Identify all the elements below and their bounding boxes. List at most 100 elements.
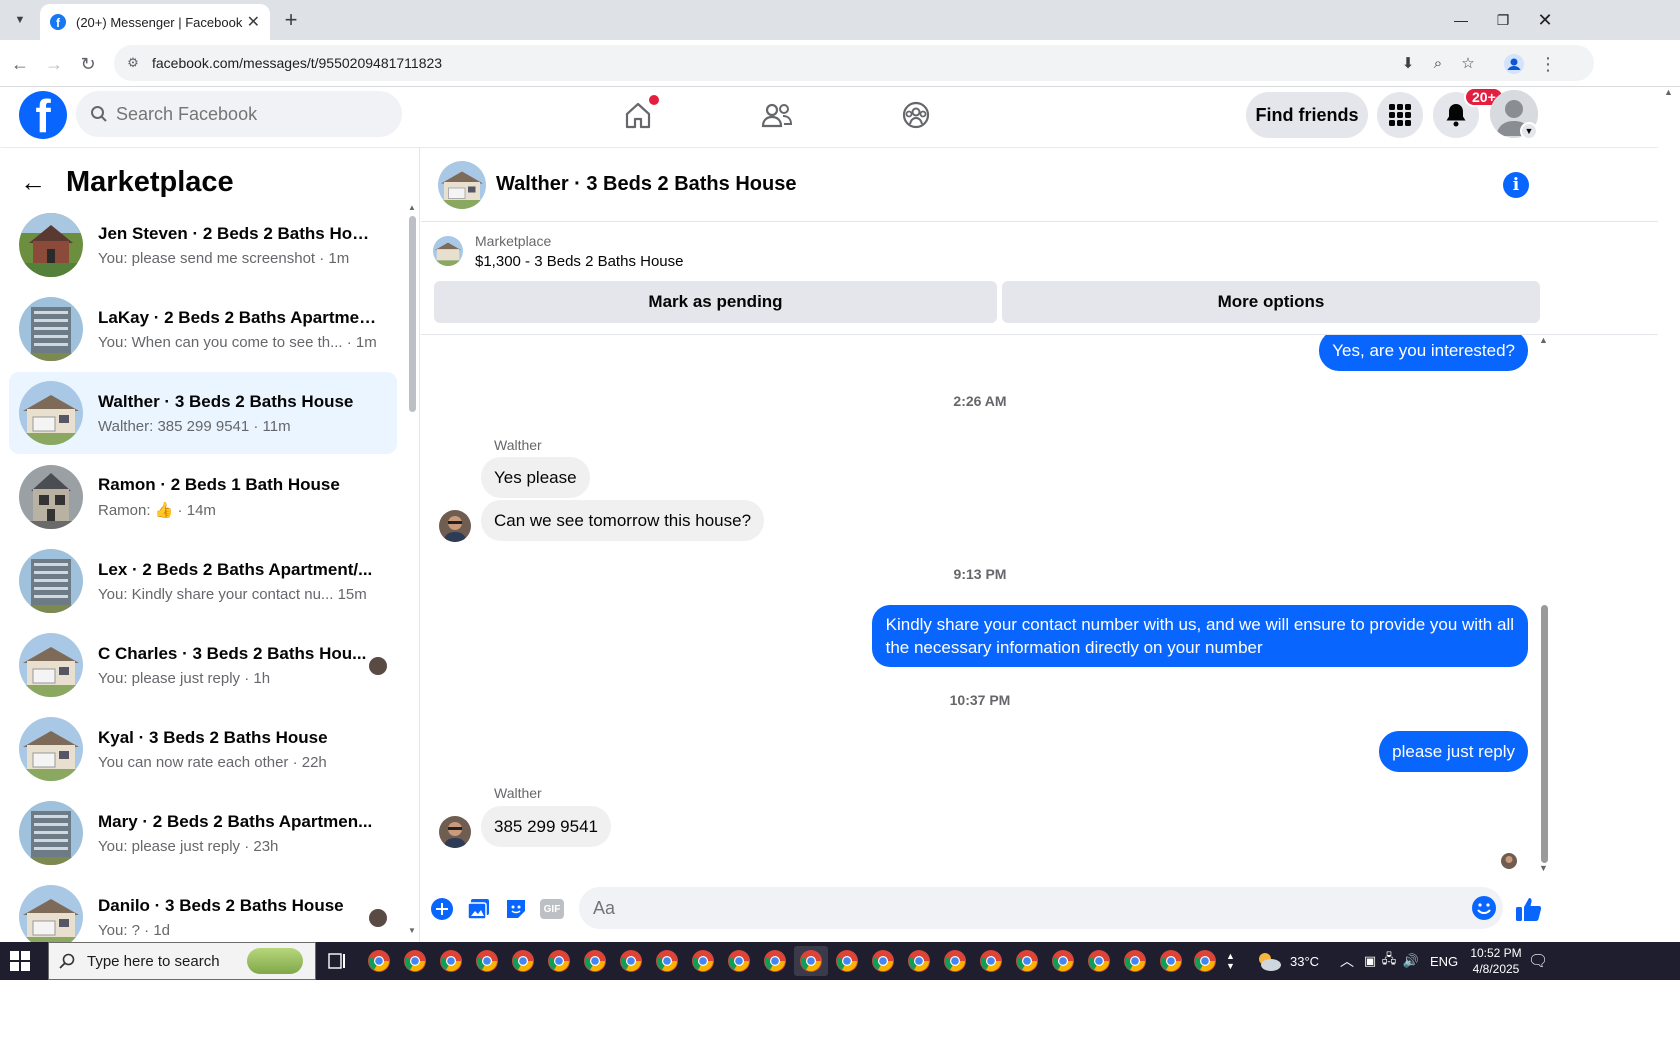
conversation-item-selected[interactable]: Walther · 3 Beds 2 Baths House Walther: … xyxy=(9,372,397,454)
volume-icon[interactable]: 🔊 xyxy=(1400,953,1422,969)
chrome-taskbar-icon[interactable] xyxy=(1082,946,1116,976)
thread-listing-thumbnail[interactable] xyxy=(438,160,486,209)
back-icon[interactable]: ← xyxy=(6,50,34,78)
network-icon[interactable]: 🖧 xyxy=(1378,950,1400,972)
more-options-button[interactable]: More options xyxy=(1002,281,1540,323)
scrollbar-thumb[interactable] xyxy=(1541,605,1548,863)
show-hidden-icons-chevron-icon[interactable]: ︿ xyxy=(1340,942,1354,980)
reload-icon[interactable]: ↻ xyxy=(74,50,102,78)
task-view-icon[interactable] xyxy=(320,946,354,976)
minimize-icon[interactable]: — xyxy=(1438,0,1484,40)
incoming-message[interactable]: 385 299 9541 xyxy=(481,806,611,847)
outgoing-message[interactable]: please just reply xyxy=(1379,731,1528,772)
meet-now-icon[interactable]: ▣ xyxy=(1362,953,1378,969)
message-input-box[interactable] xyxy=(579,887,1503,929)
friends-nav-icon[interactable] xyxy=(752,93,802,137)
chrome-taskbar-icon[interactable] xyxy=(722,946,756,976)
mark-as-pending-button[interactable]: Mark as pending xyxy=(434,281,997,323)
facebook-logo-icon[interactable]: f xyxy=(19,91,67,139)
address-bar[interactable]: ⚙ facebook.com/messages/t/95502094817118… xyxy=(114,45,1594,81)
back-arrow-icon[interactable]: ← xyxy=(20,167,56,198)
conversation-item[interactable]: Ramon · 2 Beds 1 Bath House Ramon: 👍 · 1… xyxy=(9,456,397,538)
chrome-taskbar-icon[interactable] xyxy=(578,946,612,976)
chrome-profile-icon[interactable] xyxy=(1500,50,1528,78)
chrome-taskbar-icon[interactable] xyxy=(1046,946,1080,976)
find-friends-button[interactable]: Find friends xyxy=(1246,92,1368,138)
clock[interactable]: 10:52 PM 4/8/2025 xyxy=(1466,942,1526,980)
scrollbar-thumb[interactable] xyxy=(409,216,416,412)
sticker-icon[interactable] xyxy=(503,896,529,922)
conversation-item[interactable]: Jen Steven · 2 Beds 2 Baths House You: p… xyxy=(9,204,397,286)
chrome-taskbar-icon[interactable] xyxy=(1010,946,1044,976)
bookmark-star-icon[interactable]: ☆ xyxy=(1456,51,1480,75)
gif-icon[interactable]: GIF xyxy=(539,896,565,922)
conversation-item[interactable]: C Charles · 3 Beds 2 Baths Hou... You: p… xyxy=(9,624,397,706)
chrome-taskbar-icon-active[interactable] xyxy=(794,946,828,976)
close-tab-icon[interactable]: ✕ xyxy=(247,12,260,32)
groups-nav-icon[interactable] xyxy=(891,93,941,137)
conversation-item[interactable]: LaKay · 2 Beds 2 Baths Apartmen... You: … xyxy=(9,288,397,370)
chrome-taskbar-icon[interactable] xyxy=(398,946,432,976)
message-scrollbar[interactable]: ▲ ▼ xyxy=(1537,335,1551,875)
chrome-taskbar-icon[interactable] xyxy=(830,946,864,976)
forward-icon[interactable]: → xyxy=(40,50,68,78)
chrome-taskbar-icon[interactable] xyxy=(1118,946,1152,976)
chrome-taskbar-icon[interactable] xyxy=(506,946,540,976)
chat-list-scrollbar[interactable]: ▲ ▼ xyxy=(408,203,416,936)
outgoing-message[interactable]: Kindly share your contact number with us… xyxy=(871,605,1528,667)
windows-start-icon[interactable] xyxy=(10,951,30,976)
chrome-taskbar-icon[interactable] xyxy=(362,946,396,976)
new-tab-button[interactable]: + xyxy=(278,7,304,32)
tray-system-icons[interactable]: ▣ 🖧 🔊 xyxy=(1362,942,1422,980)
chrome-taskbar-icon[interactable] xyxy=(470,946,504,976)
conversation-item[interactable]: Danilo · 3 Beds 2 Baths House You: ? · 1… xyxy=(9,876,397,942)
conversation-item[interactable]: Mary · 2 Beds 2 Baths Apartmen... You: p… xyxy=(9,792,397,874)
chrome-taskbar-icon[interactable] xyxy=(902,946,936,976)
thread-title[interactable]: Walther · 3 Beds 2 Baths House xyxy=(496,173,796,196)
emoji-icon[interactable] xyxy=(1471,895,1497,926)
browser-tab[interactable]: f (20+) Messenger | Facebook ✕ xyxy=(40,4,270,40)
close-window-icon[interactable]: ✕ xyxy=(1522,0,1568,40)
like-thumbs-up-icon[interactable] xyxy=(1514,894,1544,924)
conversation-item[interactable]: Kyal · 3 Beds 2 Baths House You can now … xyxy=(9,708,397,790)
marketplace-listing-card[interactable]: Marketplace $1,300 - 3 Beds 2 Baths Hous… xyxy=(433,233,683,270)
incoming-message[interactable]: Yes please xyxy=(481,457,590,498)
outgoing-message[interactable]: Yes, are you interested? xyxy=(1319,335,1528,371)
page-scrollbar[interactable]: ▲ xyxy=(1658,87,1680,942)
facebook-search[interactable] xyxy=(76,91,402,137)
language-indicator[interactable]: ENG xyxy=(1430,942,1458,980)
chrome-taskbar-icon[interactable] xyxy=(614,946,648,976)
weather-widget[interactable]: 33°C xyxy=(1256,942,1319,980)
chrome-menu-icon[interactable]: ⋮ xyxy=(1534,50,1562,78)
conversation-item[interactable]: Lex · 2 Beds 2 Baths Apartment/... You: … xyxy=(9,540,397,622)
notification-center-icon[interactable]: 🗨 xyxy=(1528,942,1548,980)
sender-avatar[interactable] xyxy=(439,510,471,542)
account-chevron-down-icon[interactable]: ▼ xyxy=(1520,122,1538,140)
chrome-taskbar-icon[interactable] xyxy=(758,946,792,976)
chrome-taskbar-icon[interactable] xyxy=(866,946,900,976)
tab-search-button[interactable]: ▼ xyxy=(6,8,34,32)
chrome-taskbar-icon[interactable] xyxy=(542,946,576,976)
chrome-taskbar-icon[interactable] xyxy=(938,946,972,976)
zoom-icon[interactable]: ⌕ xyxy=(1426,51,1450,75)
attach-photo-icon[interactable] xyxy=(466,896,492,922)
taskbar-scroll-arrows[interactable]: ▲ ▼ xyxy=(1226,942,1235,980)
message-input[interactable] xyxy=(593,897,1453,919)
chrome-taskbar-icon[interactable] xyxy=(974,946,1008,976)
more-actions-plus-icon[interactable] xyxy=(429,896,455,922)
incoming-message[interactable]: Can we see tomorrow this house? xyxy=(481,500,765,541)
sender-avatar[interactable] xyxy=(439,816,471,848)
chrome-taskbar-icon[interactable] xyxy=(1154,946,1188,976)
chrome-taskbar-icon[interactable] xyxy=(686,946,720,976)
taskbar-search[interactable]: Type here to search xyxy=(48,942,316,980)
chrome-taskbar-icon[interactable] xyxy=(1188,946,1222,976)
chrome-taskbar-icon[interactable] xyxy=(434,946,468,976)
home-nav-icon[interactable] xyxy=(613,93,663,137)
install-app-icon[interactable]: ⬇ xyxy=(1396,51,1420,75)
facebook-search-input[interactable] xyxy=(116,103,376,125)
chrome-taskbar-icon[interactable] xyxy=(650,946,684,976)
site-info-icon[interactable]: ⚙ xyxy=(118,48,148,78)
menu-grid-icon[interactable] xyxy=(1377,92,1423,138)
info-icon[interactable]: i xyxy=(1503,172,1529,198)
restore-icon[interactable]: ❐ xyxy=(1480,0,1526,40)
